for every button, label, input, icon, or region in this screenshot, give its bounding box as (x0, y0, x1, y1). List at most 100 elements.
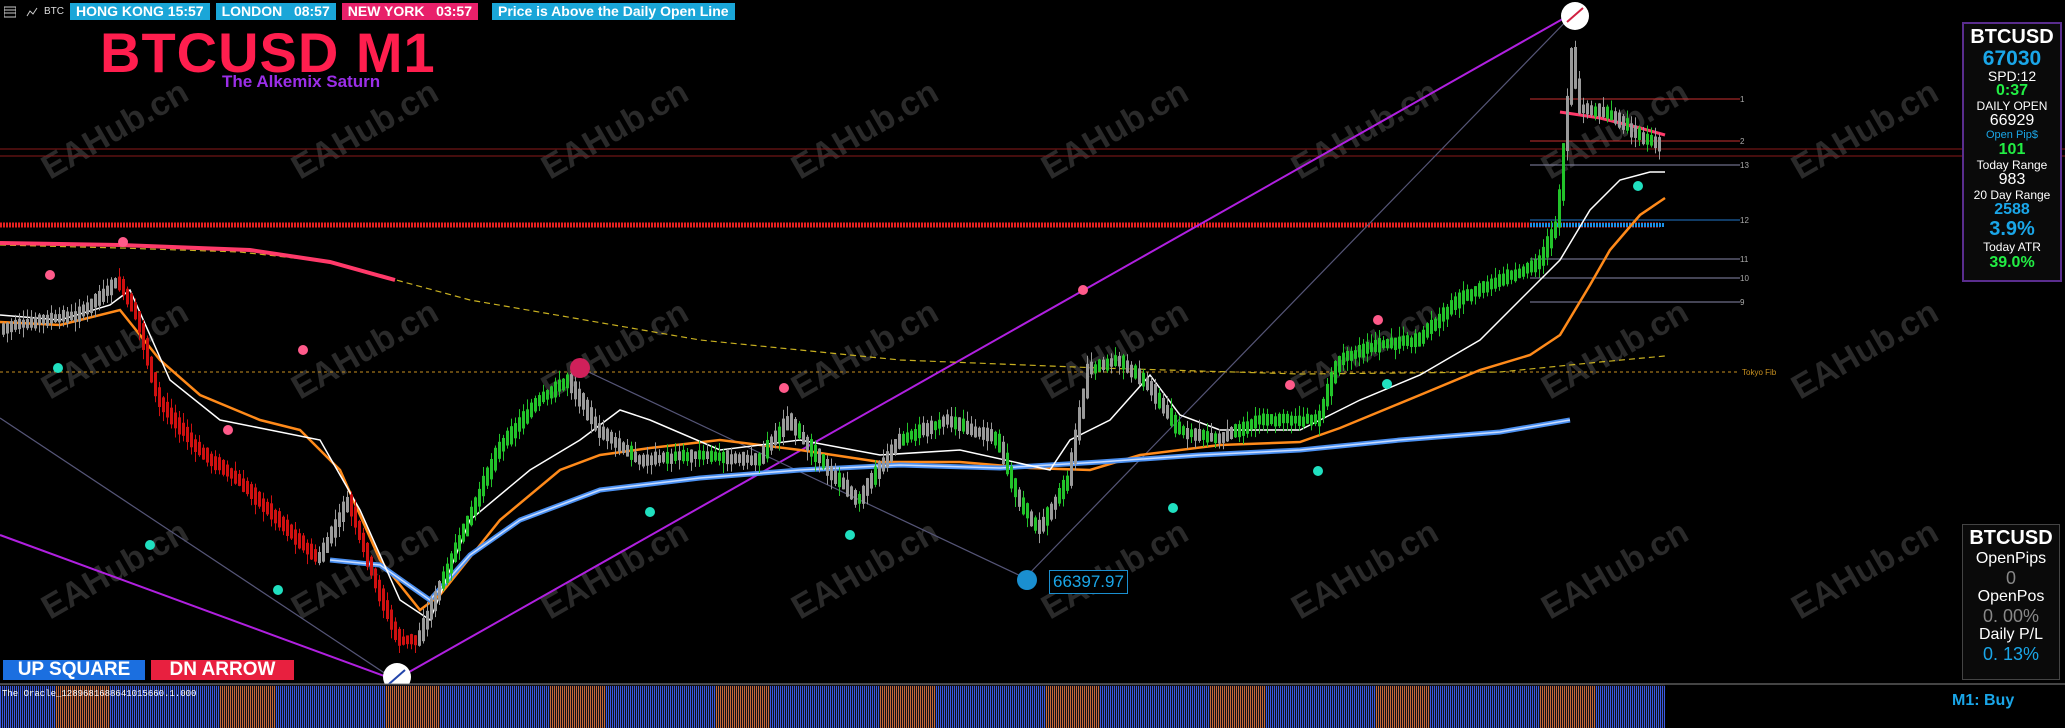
oracle-bar (768, 686, 769, 728)
oracle-bar (1196, 686, 1197, 728)
oracle-bar (230, 686, 231, 728)
candle-body (162, 397, 165, 413)
oracle-bar (216, 686, 217, 728)
candle-body (578, 388, 581, 407)
oracle-bar (1454, 686, 1455, 728)
candle-body (1254, 415, 1257, 429)
oracle-bar (850, 686, 851, 728)
oracle-bar (1036, 686, 1037, 728)
oracle-bar (1204, 686, 1205, 728)
oracle-bar (1158, 686, 1159, 728)
candle-body (1446, 306, 1449, 320)
chart-window[interactable]: EAHub.cn EAHub.cn EAHub.cn EAHub.cn EAHub.cn… (0, 0, 2065, 728)
oracle-bar (1166, 686, 1167, 728)
oracle-bar (1304, 686, 1305, 728)
candle-body (1310, 414, 1313, 426)
oracle-bar (856, 686, 857, 728)
candle-body (1438, 313, 1441, 329)
candle-body (82, 304, 85, 317)
oracle-bar (1058, 686, 1059, 728)
oracle-bar (372, 686, 373, 728)
candle-body (142, 323, 145, 350)
oracle-bar (1274, 686, 1275, 728)
oracle-bar (1256, 686, 1257, 728)
daily-pl-label: Daily P/L (1978, 626, 2044, 643)
level-label: 12 (1740, 216, 1749, 225)
oracle-bar (674, 686, 675, 728)
candle-body (1214, 433, 1217, 444)
oracle-bar (654, 686, 655, 728)
oracle-bar (434, 686, 435, 728)
oracle-bar (380, 686, 381, 728)
oracle-bar (1026, 686, 1027, 728)
oracle-bar (1170, 686, 1171, 728)
oracle-bar (1272, 686, 1273, 728)
candle-body (794, 418, 797, 436)
oracle-bar (1416, 686, 1417, 728)
oracle-bar (1632, 686, 1633, 728)
candle-body (326, 536, 329, 553)
watermark-text: EAHub.cn (1535, 73, 1695, 187)
candle-body (402, 636, 405, 645)
ma-red (0, 241, 396, 282)
oracle-bar (706, 686, 707, 728)
candle-body (1266, 413, 1269, 426)
oracle-bar (794, 686, 795, 728)
oracle-bar (756, 686, 757, 728)
oracle-bar (1580, 686, 1581, 728)
oracle-bar (1496, 686, 1497, 728)
candle-body (670, 453, 673, 464)
candle-body (478, 488, 481, 507)
oracle-bar (1144, 686, 1145, 728)
candle-body (1194, 428, 1197, 441)
oracle-bar (1062, 686, 1063, 728)
candle-body (674, 451, 677, 461)
candle-body (398, 628, 401, 646)
oracle-bar (852, 686, 853, 728)
indicator-subtitle: The Alkemix Saturn (222, 72, 381, 91)
oracle-bar (308, 686, 309, 728)
oracle-bar (1186, 686, 1187, 728)
candle-body (662, 452, 665, 463)
chart-type-icon[interactable] (26, 5, 38, 17)
oracle-bar (458, 686, 459, 728)
oracle-bar (774, 686, 775, 728)
oracle-bar (1426, 686, 1427, 728)
oracle-bar (1050, 686, 1051, 728)
oracle-bar (574, 686, 575, 728)
oracle-bar (772, 686, 773, 728)
candle-body (318, 552, 321, 564)
oracle-bar (986, 686, 987, 728)
oracle-bar (730, 686, 731, 728)
price-chart[interactable]: EAHub.cn EAHub.cn EAHub.cn EAHub.cn EAHub.cn… (0, 0, 2065, 728)
oracle-bar (452, 686, 453, 728)
oracle-bar (930, 686, 931, 728)
candle-body (990, 429, 993, 442)
candle-body (482, 475, 485, 497)
oracle-bar (220, 686, 221, 728)
candle-body (242, 478, 245, 492)
candle-body (1054, 496, 1057, 510)
up-square-button[interactable]: UP SQUARE (3, 660, 145, 680)
candle-body (454, 542, 457, 562)
oracle-bar (928, 686, 929, 728)
candle-body (554, 381, 557, 398)
candle-body (1218, 433, 1221, 444)
chart-grid-icon[interactable] (3, 5, 17, 18)
candle-body (214, 456, 217, 471)
oracle-bar (1466, 686, 1467, 728)
dn-arrow-button[interactable]: DN ARROW (151, 660, 294, 680)
oracle-bar (1086, 686, 1087, 728)
oracle-bar (1604, 686, 1605, 728)
candle-body (826, 458, 829, 476)
candle-body (922, 422, 925, 436)
sell-signal-dot (298, 345, 308, 355)
oracle-bar (1064, 686, 1065, 728)
oracle-bar (1354, 686, 1355, 728)
candle-body (18, 318, 21, 330)
oracle-bar (946, 686, 947, 728)
oracle-bar (1216, 686, 1217, 728)
oracle-bar (764, 686, 765, 728)
oracle-bar (1624, 686, 1625, 728)
oracle-bar (1044, 686, 1045, 728)
